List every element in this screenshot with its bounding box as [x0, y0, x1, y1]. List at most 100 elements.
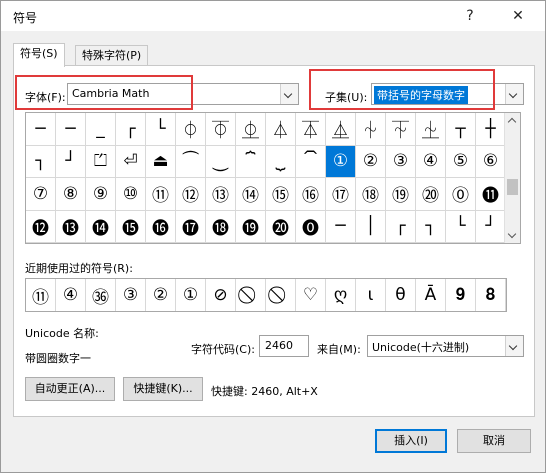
symbol-cell[interactable]: ┘	[56, 145, 86, 178]
help-button[interactable]: ?	[457, 5, 483, 27]
symbol-cell[interactable]: ⑨	[86, 178, 116, 211]
symbol-cell[interactable]: │	[356, 210, 386, 243]
symbol-cell[interactable]: ⏜	[176, 145, 206, 178]
symbol-cell[interactable]: ⓪	[446, 178, 476, 211]
symbol-cell[interactable]: ⓯	[116, 210, 146, 243]
recent-symbol-cell[interactable]: ①	[176, 279, 206, 311]
symbol-cell[interactable]: ┌	[386, 210, 416, 243]
symbol-cell[interactable]: ⏎	[116, 145, 146, 178]
scroll-up-icon[interactable]	[505, 113, 520, 128]
symbol-cell[interactable]: ⏠	[296, 145, 326, 178]
recent-symbol-cell[interactable]: ㊱	[86, 279, 116, 311]
symbol-cell[interactable]: ①	[326, 145, 356, 178]
symbol-cell[interactable]: ─	[26, 113, 56, 146]
chevron-down-icon[interactable]	[505, 84, 523, 104]
scroll-thumb[interactable]	[507, 179, 518, 195]
chevron-down-icon[interactable]	[505, 336, 523, 356]
recent-symbols-label: 近期使用过的符号(R):	[25, 262, 133, 275]
symbol-cell[interactable]: ─	[56, 113, 86, 146]
recent-symbol-cell[interactable]: 𝟗	[446, 279, 476, 311]
symbol-cell[interactable]: ⓫	[476, 178, 506, 211]
symbol-cell[interactable]: ⓴	[266, 210, 296, 243]
symbol-cell[interactable]: ⑫	[176, 178, 206, 211]
symbol-cell[interactable]: ┼	[476, 113, 506, 146]
symbol-cell[interactable]: ⑪	[146, 178, 176, 211]
symbol-cell[interactable]: ─	[326, 210, 356, 243]
close-button[interactable]: ✕	[505, 5, 531, 27]
symbol-cell[interactable]: ⑬	[206, 178, 236, 211]
symbol-cell[interactable]: ⑲	[386, 178, 416, 211]
symbol-cell[interactable]: ⑱	[356, 178, 386, 211]
recent-symbol-cell[interactable]: ⃠	[266, 279, 296, 311]
symbol-cell[interactable]: ⏇	[386, 113, 416, 146]
symbol-cell[interactable]: ⑧	[56, 178, 86, 211]
symbol-cell[interactable]: ⑭	[236, 178, 266, 211]
cancel-button[interactable]: 取消	[457, 429, 531, 453]
symbol-cell[interactable]: ┘	[476, 210, 506, 243]
insert-button[interactable]: 插入(I)	[375, 429, 447, 453]
recent-symbol-cell[interactable]: ②	[146, 279, 176, 311]
symbol-cell[interactable]: ⑦	[26, 178, 56, 211]
symbol-cell[interactable]: ⑥	[476, 145, 506, 178]
autocorrect-button[interactable]: 自动更正(A)...	[25, 377, 115, 401]
symbol-cell[interactable]: _	[86, 113, 116, 146]
symbol-cell[interactable]: ⑰	[326, 178, 356, 211]
scroll-down-icon[interactable]	[505, 228, 520, 243]
symbol-cell[interactable]: ⏄	[296, 113, 326, 146]
symbol-cell[interactable]: ③	[386, 145, 416, 178]
symbol-cell[interactable]: ⑤	[446, 145, 476, 178]
symbol-cell[interactable]: └	[446, 210, 476, 243]
symbol-cell[interactable]: ┌	[116, 113, 146, 146]
recent-symbol-cell[interactable]: ⊘	[206, 279, 236, 311]
symbol-cell[interactable]: ⑩	[116, 178, 146, 211]
shortcut-key-button[interactable]: 快捷键(K)...	[123, 377, 203, 401]
recent-symbol-cell[interactable]: ③	[116, 279, 146, 311]
symbol-cell[interactable]: ⏂	[236, 113, 266, 146]
symbol-cell[interactable]: ⏁	[206, 113, 236, 146]
recent-symbol-cell[interactable]: ④	[56, 279, 86, 311]
symbol-cell[interactable]: └	[146, 113, 176, 146]
symbol-cell[interactable]: ⏅	[326, 113, 356, 146]
symbol-cell[interactable]: ⓭	[56, 210, 86, 243]
recent-symbol-cell[interactable]: θ	[386, 279, 416, 311]
symbol-cell[interactable]: ⓱	[176, 210, 206, 243]
recent-symbol-cell[interactable]: ⃠	[236, 279, 266, 311]
symbol-cell[interactable]: ⏈	[416, 113, 446, 146]
recent-symbols-row[interactable]: ⑪④㊱③②①⊘⃠⃠♡ღιθĀ𝟗𝟖	[25, 278, 507, 312]
recent-symbol-cell[interactable]: 𝟖	[476, 279, 506, 311]
symbol-cell[interactable]: ⑯	[296, 178, 326, 211]
symbol-cell[interactable]: ⏏	[146, 145, 176, 178]
char-code-input[interactable]: 2460	[259, 335, 309, 357]
symbol-cell[interactable]: ②	[356, 145, 386, 178]
symbol-cell[interactable]: ⓳	[236, 210, 266, 243]
recent-symbol-cell[interactable]: ⑪	[26, 279, 56, 311]
symbol-cell[interactable]: ⑮	[266, 178, 296, 211]
symbol-cell[interactable]: ⏝	[206, 145, 236, 178]
symbol-cell[interactable]: ⏟	[266, 145, 296, 178]
symbol-cell[interactable]: ⓲	[206, 210, 236, 243]
tab-special-characters[interactable]: 特殊字符(P)	[75, 45, 149, 66]
from-select[interactable]: Unicode(十六进制)	[367, 335, 524, 357]
chevron-down-icon[interactable]	[280, 84, 298, 104]
symbol-cell[interactable]: ⏃	[266, 113, 296, 146]
recent-symbol-cell[interactable]: Ā	[416, 279, 446, 311]
symbol-cell[interactable]: ④	[416, 145, 446, 178]
recent-symbol-cell[interactable]: ι	[356, 279, 386, 311]
symbol-cell[interactable]: ⓰	[146, 210, 176, 243]
symbol-cell[interactable]: ⓿	[296, 210, 326, 243]
symbol-grid[interactable]: ─ ─ _ ┌ └ ⏀ ⏁ ⏂ ⏃ ⏄ ⏅ ⏆ ⏇ ⏈ ┬ ┼ ┐ ┘ ⏍ ⏎ ⏏ ⏜ ⏝ ⏞ ⏟ ⏠ ① ② ③ ④ ⑤ ⑥ ⑦ ⑧ ⑨ ⑩ ⑪ ⑫ ⑬ ⑭…	[25, 112, 521, 244]
symbol-cell[interactable]: ⏍	[86, 145, 116, 178]
symbol-cell[interactable]: ⑳	[416, 178, 446, 211]
grid-scrollbar[interactable]	[504, 113, 520, 243]
recent-symbol-cell[interactable]: ♡	[296, 279, 326, 311]
tab-symbols[interactable]: 符号(S)	[13, 43, 65, 67]
recent-symbol-cell[interactable]: ღ	[326, 279, 356, 311]
symbol-cell[interactable]: ⓬	[26, 210, 56, 243]
symbol-cell[interactable]: ⏞	[236, 145, 266, 178]
symbol-cell[interactable]: ┐	[26, 145, 56, 178]
symbol-cell[interactable]: ┬	[446, 113, 476, 146]
symbol-cell[interactable]: ⏀	[176, 113, 206, 146]
symbol-cell[interactable]: ⏆	[356, 113, 386, 146]
symbol-cell[interactable]: ┐	[416, 210, 446, 243]
symbol-cell[interactable]: ⓮	[86, 210, 116, 243]
